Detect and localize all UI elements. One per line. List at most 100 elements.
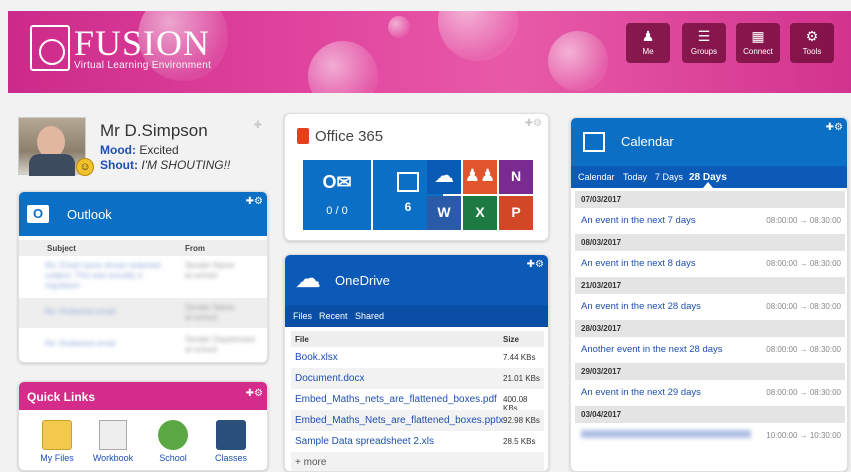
event-title[interactable]: An event in the next 29 days bbox=[581, 387, 701, 398]
date-header: 29/03/2017 bbox=[575, 363, 845, 380]
quicklink-classes[interactable]: Classes bbox=[211, 420, 251, 463]
tab-7-days[interactable]: 7 Days bbox=[655, 172, 683, 182]
email-row[interactable]: Re: Redacted email Sender Name at school bbox=[19, 298, 267, 328]
powerpoint-app-tile[interactable]: P bbox=[499, 196, 533, 230]
file-row[interactable]: Embed_Maths_nets_are_flattened_boxes.pdf… bbox=[291, 389, 544, 413]
event-title[interactable]: An event in the next 8 days bbox=[581, 258, 696, 269]
event-row[interactable]: An event in the next 28 days 08:00:00 → 0… bbox=[575, 295, 845, 319]
col-subject: Subject bbox=[47, 244, 76, 253]
event-time: 10:00:00 → 10:30:00 bbox=[766, 431, 841, 440]
quicklink-workbook[interactable]: Workbook bbox=[91, 420, 135, 463]
shout-value: I'M SHOUTING!! bbox=[141, 158, 231, 172]
onenote-icon: N bbox=[510, 168, 522, 184]
calendar-header: Calendar ✚⚙ bbox=[571, 118, 847, 166]
word-app-tile[interactable]: W bbox=[427, 196, 461, 230]
calendar-panel: Calendar ✚⚙ Calendar Today 7 Days 28 Day… bbox=[570, 117, 848, 472]
file-row[interactable]: Embed_Maths_Nets_are_flattened_boxes.ppt… bbox=[291, 410, 544, 431]
logo-mark-icon bbox=[30, 25, 70, 71]
col-from: From bbox=[185, 244, 205, 253]
event-title[interactable]: Another event in the next 28 days bbox=[581, 344, 723, 355]
event-title[interactable] bbox=[581, 430, 751, 438]
mood-emoji-icon: ☺ bbox=[76, 158, 94, 176]
graduation-cap-icon bbox=[216, 420, 246, 450]
office365-panel: Office 365 ✚⚙ O✉ 0 / 0 6 ☁ ♟♟ N W X P bbox=[284, 113, 549, 241]
settings-gear-icon[interactable]: ✚⚙ bbox=[527, 259, 544, 270]
calendar-icon bbox=[397, 172, 419, 192]
powerpoint-icon: P bbox=[511, 204, 521, 220]
tab-files[interactable]: Files bbox=[293, 311, 312, 321]
notebook-icon bbox=[99, 420, 127, 450]
fusion-logo[interactable]: FUSION Virtual Learning Environment bbox=[30, 25, 211, 71]
calendar-title: Calendar bbox=[621, 134, 674, 149]
excel-app-tile[interactable]: X bbox=[463, 196, 497, 230]
onedrive-header: ☁ OneDrive ✚⚙ bbox=[285, 255, 548, 305]
profile-card: ☺ Mr D.Simpson Mood: Excited Shout: I'M … bbox=[18, 112, 270, 184]
connect-icon: ▦ bbox=[751, 28, 765, 44]
quicklink-school[interactable]: School bbox=[153, 420, 193, 463]
date-header: 08/03/2017 bbox=[575, 234, 845, 251]
outlook-header: O Outlook ✚⚙ bbox=[19, 192, 267, 236]
nav-groups-button[interactable]: ☰ Groups bbox=[682, 23, 726, 63]
header-banner: FUSION Virtual Learning Environment ♟ Me … bbox=[8, 11, 851, 93]
word-icon: W bbox=[437, 204, 451, 220]
active-tab-indicator bbox=[703, 182, 713, 188]
profile-name: Mr D.Simpson bbox=[100, 121, 208, 140]
onenote-app-tile[interactable]: N bbox=[499, 160, 533, 194]
stack-icon: ☰ bbox=[697, 28, 711, 44]
people-app-tile[interactable]: ♟♟ bbox=[463, 160, 497, 194]
calendar-icon bbox=[583, 132, 605, 152]
event-time: 08:00:00 → 08:30:00 bbox=[766, 302, 841, 311]
event-row[interactable]: An event in the next 8 days 08:00:00 → 08… bbox=[575, 252, 845, 276]
nav-tools-button[interactable]: ⚙ Tools bbox=[790, 23, 834, 63]
onedrive-app-tile[interactable]: ☁ bbox=[427, 160, 461, 194]
outlook-panel: O Outlook ✚⚙ Subject From Re: Email name… bbox=[18, 191, 268, 363]
tab-recent[interactable]: Recent bbox=[319, 311, 348, 321]
tab-shared[interactable]: Shared bbox=[355, 311, 384, 321]
tab-calendar[interactable]: Calendar bbox=[578, 172, 615, 182]
col-file: File bbox=[295, 335, 309, 344]
col-size: Size bbox=[503, 335, 520, 344]
event-row[interactable]: 10:00:00 → 10:30:00 bbox=[575, 424, 845, 448]
email-row[interactable]: Re: Email name shown redacted subject. T… bbox=[19, 256, 267, 296]
nav-me-button[interactable]: ♟ Me bbox=[626, 23, 670, 63]
person-icon: ♟ bbox=[641, 28, 655, 44]
school-icon bbox=[158, 420, 188, 450]
date-header: 21/03/2017 bbox=[575, 277, 845, 294]
outlook-title: Outlook bbox=[67, 207, 112, 222]
office-title: Office 365 bbox=[315, 128, 384, 145]
event-time: 08:00:00 → 08:30:00 bbox=[766, 216, 841, 225]
settings-gear-icon[interactable]: ✚⚙ bbox=[246, 196, 263, 207]
event-row[interactable]: An event in the next 29 days 08:00:00 → 0… bbox=[575, 381, 845, 405]
folder-icon bbox=[42, 420, 72, 450]
mail-tile[interactable]: O✉ 0 / 0 bbox=[303, 160, 371, 230]
onedrive-tabs: Files Recent Shared bbox=[285, 305, 548, 327]
office-icon bbox=[297, 128, 309, 144]
file-row[interactable]: Document.docx 21.01 KBs bbox=[291, 368, 544, 389]
tools-icon: ⚙ bbox=[805, 28, 819, 44]
cloud-icon: ☁ bbox=[434, 165, 454, 187]
file-row[interactable]: Sample Data spreadsheet 2.xls 28.5 KBs bbox=[291, 431, 544, 452]
settings-gear-icon[interactable]: ✚⚙ bbox=[246, 388, 263, 399]
cloud-icon: ☁ bbox=[295, 263, 321, 293]
settings-gear-icon[interactable]: ✚⚙ bbox=[826, 122, 843, 133]
excel-icon: X bbox=[475, 204, 485, 220]
onedrive-panel: ☁ OneDrive ✚⚙ Files Recent Shared File S… bbox=[284, 254, 549, 472]
nav-connect-button[interactable]: ▦ Connect bbox=[736, 23, 780, 63]
mood-label: Mood: bbox=[100, 143, 136, 157]
event-row[interactable]: An event in the next 7 days 08:00:00 → 08… bbox=[575, 209, 845, 233]
brand-name: FUSION bbox=[74, 22, 211, 63]
settings-gear-icon[interactable]: ✚⚙ bbox=[525, 118, 542, 129]
file-row[interactable]: Book.xlsx 7.44 KBs bbox=[291, 347, 544, 368]
quicklink-my-files[interactable]: My Files bbox=[39, 420, 75, 463]
more-link[interactable]: + more bbox=[291, 452, 544, 471]
tab-today[interactable]: Today bbox=[623, 172, 647, 182]
event-row[interactable]: Another event in the next 28 days 08:00:0… bbox=[575, 338, 845, 362]
brand-tagline: Virtual Learning Environment bbox=[74, 59, 212, 71]
event-title[interactable]: An event in the next 7 days bbox=[581, 215, 696, 226]
email-row[interactable]: Re: Redacted email Sender Department at s… bbox=[19, 330, 267, 360]
quicklinks-header: Quick Links ✚⚙ bbox=[19, 382, 267, 410]
event-title[interactable]: An event in the next 28 days bbox=[581, 301, 701, 312]
move-handle-icon[interactable]: ✚ bbox=[254, 120, 262, 131]
shout-label: Shout: bbox=[100, 158, 138, 172]
event-time: 08:00:00 → 08:30:00 bbox=[766, 345, 841, 354]
